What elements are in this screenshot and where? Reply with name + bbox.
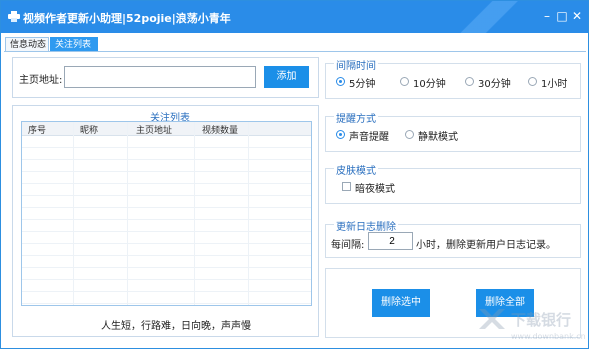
interval-group: 间隔时间 5分钟 10分钟 30分钟 1小时 — [325, 57, 581, 99]
table-row — [22, 268, 311, 280]
homepage-url-input[interactable] — [64, 66, 256, 88]
log-cleanup-title: 更新日志删除 — [334, 218, 398, 233]
table-row — [22, 280, 311, 292]
column-header-video-count[interactable]: 视频数量 — [202, 123, 238, 136]
interval-1h-label[interactable]: 1小时 — [541, 75, 567, 90]
interval-prefix-label: 每间隔: — [331, 240, 365, 251]
skin-title: 皮肤模式 — [334, 162, 378, 177]
table-row — [22, 292, 311, 304]
interval-30min-label[interactable]: 30分钟 — [478, 75, 511, 90]
column-header-nickname[interactable]: 昵称 — [80, 123, 98, 136]
footer-quote: 人生短，行路难，日向晚，声声慢 — [101, 321, 251, 332]
watermark-title: 下载银行 — [511, 311, 571, 329]
column-header-homepage[interactable]: 主页地址 — [136, 123, 172, 136]
interval-1h-radio[interactable] — [528, 77, 537, 86]
silent-mode-radio[interactable] — [405, 130, 414, 139]
table-row — [22, 208, 311, 220]
sound-reminder-label[interactable]: 声音提醒 — [349, 128, 389, 143]
table-row — [22, 160, 311, 172]
app-window: 视频作者更新小助理|52pojie|浪荡小青年 – □ ✕ 信息动态 关注列表 … — [0, 0, 589, 349]
follow-list-table[interactable]: 序号 昵称 主页地址 视频数量 — [21, 121, 312, 306]
cleanup-suffix-label: 小时，删除更新用户日志记录。 — [416, 240, 556, 251]
watermark-url: www.downbank.cn — [511, 332, 586, 341]
table-row — [22, 136, 311, 148]
close-icon[interactable]: ✕ — [570, 9, 584, 23]
interval-30min-radio[interactable] — [465, 77, 474, 86]
table-row — [22, 196, 311, 208]
interval-10min-label[interactable]: 10分钟 — [413, 75, 446, 90]
column-header-index[interactable]: 序号 — [28, 123, 46, 136]
silent-mode-label[interactable]: 静默模式 — [418, 128, 458, 143]
interval-5min-label[interactable]: 5分钟 — [349, 75, 375, 90]
title-bar: 视频作者更新小助理|52pojie|浪荡小青年 – □ ✕ — [1, 1, 588, 33]
tab-follow-list[interactable]: 关注列表 — [50, 37, 98, 52]
maximize-icon[interactable]: □ — [555, 9, 569, 23]
table-row — [22, 244, 311, 256]
printer-icon — [8, 11, 20, 22]
titlebar-decoration — [441, 1, 536, 33]
reminder-title: 提醒方式 — [334, 110, 378, 125]
table-header: 序号 昵称 主页地址 视频数量 — [22, 122, 311, 136]
reminder-group: 提醒方式 声音提醒 静默模式 — [325, 110, 581, 152]
interval-10min-radio[interactable] — [400, 77, 409, 86]
table-row — [22, 172, 311, 184]
skin-group: 皮肤模式 暗夜模式 — [325, 162, 581, 204]
tab-info-feed[interactable]: 信息动态 — [5, 37, 49, 52]
cleanup-hours-input[interactable] — [368, 232, 413, 250]
window-title: 视频作者更新小助理|52pojie|浪荡小青年 — [23, 12, 231, 25]
dark-mode-checkbox[interactable] — [342, 182, 351, 191]
delete-selected-button[interactable]: 删除选中 — [372, 289, 430, 317]
site-watermark: 下载银行 www.downbank.cn — [479, 309, 586, 341]
dark-mode-label[interactable]: 暗夜模式 — [355, 180, 395, 195]
tab-content-border — [4, 51, 586, 52]
table-row — [22, 148, 311, 160]
table-row — [22, 232, 311, 244]
homepage-label: 主页地址: — [19, 75, 63, 86]
table-row — [22, 184, 311, 196]
homepage-panel: 主页地址: 添加 — [12, 57, 319, 98]
sound-reminder-radio[interactable] — [336, 130, 345, 139]
interval-title: 间隔时间 — [334, 57, 378, 72]
add-button[interactable]: 添加 — [264, 66, 309, 88]
table-row — [22, 220, 311, 232]
table-row — [22, 256, 311, 268]
log-cleanup-group: 更新日志删除 每间隔: 小时，删除更新用户日志记录。 — [325, 218, 581, 258]
interval-5min-radio[interactable] — [336, 77, 345, 86]
minimize-icon[interactable]: – — [540, 9, 554, 23]
